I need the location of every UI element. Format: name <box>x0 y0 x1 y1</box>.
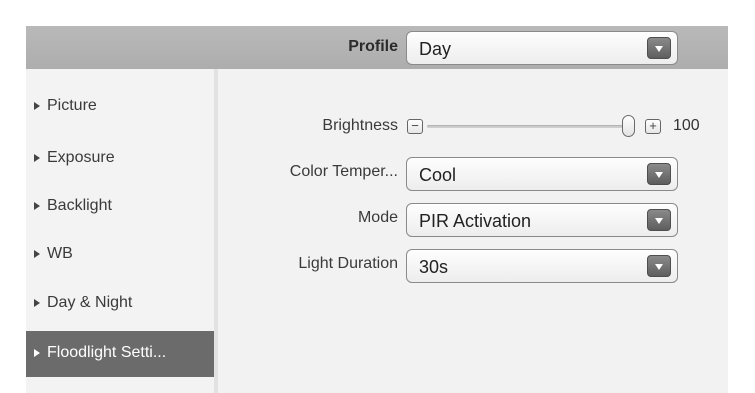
caret-right-icon <box>34 154 40 162</box>
sidebar-item-floodlight-settings[interactable]: Floodlight Setti... <box>26 331 214 377</box>
caret-right-icon <box>34 349 40 357</box>
sidebar-item-label: Day & Night <box>47 294 133 311</box>
settings-panel: Profile Day Picture Exposure Backlight W… <box>26 26 728 393</box>
color-temperature-value: Cool <box>419 165 457 185</box>
sidebar-item-label: WB <box>47 245 73 262</box>
sidebar-item-label: Backlight <box>47 197 112 214</box>
light-duration-dropdown-arrow[interactable] <box>647 255 671 277</box>
profile-value: Day <box>419 39 452 59</box>
caret-right-icon <box>34 299 40 307</box>
sidebar-item-picture[interactable]: Picture <box>26 84 214 130</box>
mode-label: Mode <box>357 209 398 226</box>
sidebar-item-label: Picture <box>47 97 97 114</box>
sidebar-item-label: Floodlight Setti... <box>47 344 167 361</box>
sidebar-item-label: Exposure <box>47 149 115 166</box>
brightness-increment-button[interactable]: + <box>645 119 661 134</box>
mode-dropdown[interactable]: PIR Activation <box>406 203 678 237</box>
sidebar-item-day-night[interactable]: Day & Night <box>26 281 214 327</box>
chevron-down-icon <box>655 172 663 178</box>
sidebar: Picture Exposure Backlight WB Day & Nigh… <box>26 69 214 393</box>
profile-dropdown-arrow[interactable] <box>647 37 671 59</box>
sidebar-item-wb[interactable]: WB <box>26 232 214 278</box>
color-temperature-label: Color Temper... <box>289 163 398 180</box>
sidebar-divider <box>214 69 218 393</box>
light-duration-value: 30s <box>419 257 449 277</box>
brightness-slider-thumb[interactable] <box>621 115 635 137</box>
mode-value: PIR Activation <box>419 211 532 231</box>
brightness-slider-track[interactable] <box>427 125 628 128</box>
caret-right-icon <box>34 102 40 110</box>
profile-dropdown[interactable]: Day <box>406 31 678 65</box>
color-temperature-dropdown[interactable]: Cool <box>406 157 678 191</box>
chevron-down-icon <box>655 218 663 224</box>
color-temperature-dropdown-arrow[interactable] <box>647 163 671 185</box>
profile-bar: Profile Day <box>26 26 728 69</box>
brightness-label: Brightness <box>322 117 398 134</box>
light-duration-label: Light Duration <box>298 255 398 272</box>
profile-label: Profile <box>348 38 398 55</box>
light-duration-dropdown[interactable]: 30s <box>406 249 678 283</box>
sidebar-item-exposure[interactable]: Exposure <box>26 136 214 182</box>
mode-dropdown-arrow[interactable] <box>647 209 671 231</box>
brightness-value: 100 <box>673 117 700 134</box>
chevron-down-icon <box>655 264 663 270</box>
caret-right-icon <box>34 202 40 210</box>
sidebar-item-backlight[interactable]: Backlight <box>26 184 214 230</box>
brightness-decrement-button[interactable]: − <box>407 119 423 134</box>
caret-right-icon <box>34 250 40 258</box>
chevron-down-icon <box>655 46 663 52</box>
